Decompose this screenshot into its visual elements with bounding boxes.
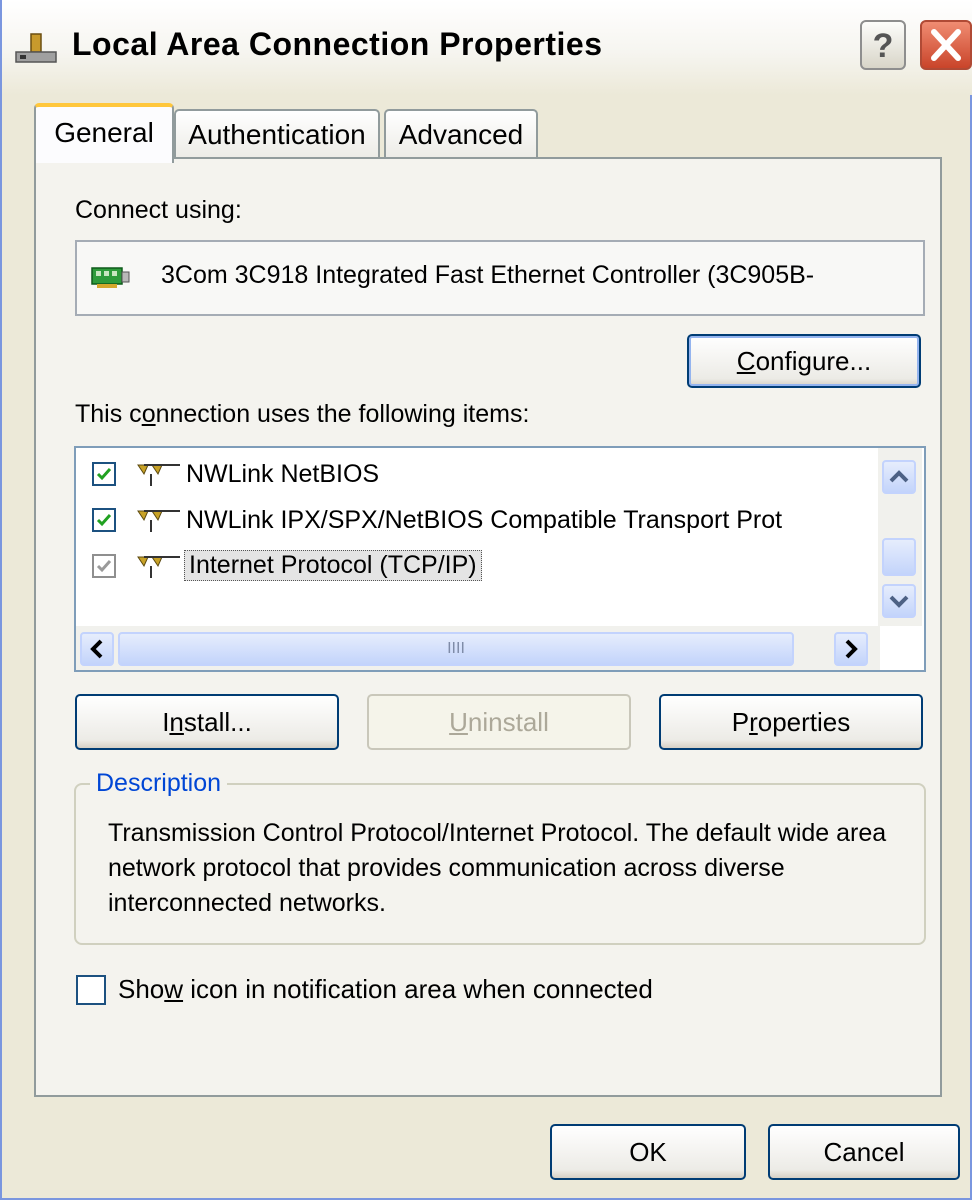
tab-general[interactable]: General	[34, 103, 174, 163]
tab-authentication[interactable]: Authentication	[174, 109, 380, 159]
configure-button[interactable]: Configure...	[687, 334, 921, 388]
items-label-accel: o	[141, 400, 156, 428]
uninstall-button[interactable]: Uninstall	[367, 694, 631, 750]
scroll-left-button[interactable]	[80, 632, 114, 666]
protocol-icon	[137, 556, 180, 578]
scroll-up-button[interactable]	[882, 460, 916, 494]
configure-label-accel: C	[736, 346, 756, 376]
tab-strip: General Authentication Advanced	[34, 103, 554, 163]
close-button[interactable]	[920, 20, 972, 70]
horizontal-scrollbar[interactable]: IIII	[76, 626, 880, 670]
scroll-down-button[interactable]	[882, 584, 916, 618]
item-label-selected: Internet Protocol (TCP/IP)	[184, 550, 482, 581]
properties-dialog: Local Area Connection Properties ? Gener…	[0, 0, 972, 1200]
show-icon-label-accel: w	[164, 974, 184, 1004]
scroll-right-button[interactable]	[834, 632, 868, 666]
chevron-up-icon	[889, 470, 909, 483]
configure-label-post: onfigure...	[755, 346, 872, 376]
items-label: This connection uses the following items…	[75, 400, 529, 429]
network-connection-icon	[15, 33, 57, 63]
connect-using-label: Connect using:	[75, 196, 242, 224]
scroll-grip: IIII	[447, 640, 465, 657]
properties-label-pre: P	[731, 707, 750, 737]
chevron-right-icon	[845, 639, 858, 659]
show-icon-checkbox[interactable]	[76, 975, 106, 1005]
checkmark-icon	[96, 514, 112, 527]
install-label-post: stall...	[183, 707, 252, 737]
properties-label-accel: r	[749, 707, 758, 737]
item-checkbox[interactable]	[92, 462, 116, 486]
item-label: NWLink IPX/SPX/NetBIOS Compatible Transp…	[186, 506, 783, 534]
tab-advanced[interactable]: Advanced	[384, 109, 538, 159]
install-button[interactable]: Install...	[75, 694, 339, 750]
items-label-pre: This c	[75, 400, 142, 428]
title-bar[interactable]: Local Area Connection Properties ?	[2, 0, 972, 95]
item-label: NWLink NetBIOS	[186, 460, 380, 488]
items-label-post: nnection uses the following items:	[155, 400, 530, 428]
protocol-icon	[137, 464, 180, 486]
close-icon	[931, 29, 961, 61]
chevron-down-icon	[889, 595, 909, 608]
checkmark-icon	[96, 468, 112, 481]
horizontal-scroll-thumb[interactable]: IIII	[118, 632, 794, 666]
window-title: Local Area Connection Properties	[72, 26, 603, 62]
vertical-scrollbar[interactable]	[878, 448, 922, 626]
show-icon-label[interactable]: Show icon in notification area when conn…	[118, 974, 653, 1005]
uninstall-label-accel: U	[449, 707, 468, 737]
protocol-icon	[137, 510, 180, 532]
item-checkbox[interactable]	[92, 554, 116, 578]
description-text: Transmission Control Protocol/Internet P…	[108, 819, 887, 917]
vertical-scroll-thumb[interactable]	[882, 538, 916, 576]
cancel-button[interactable]: Cancel	[768, 1124, 960, 1180]
checkmark-icon	[96, 560, 112, 573]
help-button[interactable]: ?	[860, 20, 906, 70]
chevron-left-icon	[90, 639, 103, 659]
show-icon-label-post: icon in notification area when connected	[183, 974, 653, 1004]
item-checkbox[interactable]	[92, 508, 116, 532]
components-list[interactable]: NWLink NetBIOS NWLink IPX/SPX/NetBIOS Co…	[74, 446, 926, 672]
install-label-accel: n	[169, 707, 184, 737]
list-item[interactable]: Internet Protocol (TCP/IP)	[76, 546, 896, 586]
adapter-display: 3Com 3C918 Integrated Fast Ethernet Cont…	[75, 240, 925, 316]
adapter-name: 3Com 3C918 Integrated Fast Ethernet Cont…	[161, 261, 815, 289]
description-legend: Description	[90, 769, 228, 798]
show-icon-label-pre: Sho	[118, 974, 165, 1004]
uninstall-label-post: ninstall	[467, 707, 549, 737]
help-icon: ?	[872, 27, 894, 65]
list-item[interactable]: NWLink IPX/SPX/NetBIOS Compatible Transp…	[76, 500, 896, 540]
network-adapter-icon	[91, 267, 130, 288]
ok-button[interactable]: OK	[550, 1124, 746, 1180]
properties-button[interactable]: Properties	[659, 694, 923, 750]
properties-label-post: operties	[757, 707, 851, 737]
list-item[interactable]: NWLink NetBIOS	[76, 454, 896, 494]
